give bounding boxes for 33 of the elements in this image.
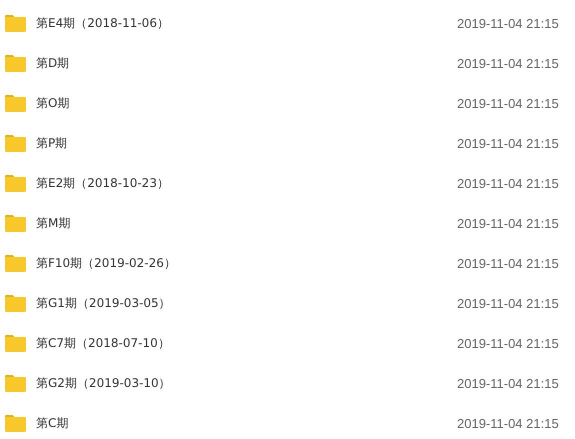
folder-icon <box>5 14 26 32</box>
folder-icon <box>5 334 26 352</box>
modified-date: 2019-11-04 21:15 <box>457 136 560 150</box>
folder-icon <box>5 214 26 232</box>
folder-icon <box>5 254 26 272</box>
folder-icon <box>5 174 26 192</box>
modified-date: 2019-11-04 21:15 <box>457 296 560 310</box>
folder-icon <box>5 134 26 152</box>
modified-date: 2019-11-04 21:15 <box>457 216 560 230</box>
folder-icon <box>5 94 26 112</box>
folder-name[interactable]: 第C期 <box>36 414 457 432</box>
modified-date: 2019-11-04 21:15 <box>457 96 560 110</box>
folder-icon <box>5 414 26 432</box>
folder-name[interactable]: 第P期 <box>36 134 457 152</box>
modified-date: 2019-11-04 21:15 <box>457 376 560 390</box>
folder-icon <box>5 54 26 72</box>
folder-name[interactable]: 第E4期（2018-11-06） <box>36 14 457 32</box>
folder-name[interactable]: 第O期 <box>36 94 457 112</box>
folder-name[interactable]: 第C7期（2018-07-10） <box>36 334 457 352</box>
folder-name[interactable]: 第E2期（2018-10-23） <box>36 174 457 192</box>
modified-date: 2019-11-04 21:15 <box>457 256 560 270</box>
modified-date: 2019-11-04 21:15 <box>457 416 560 430</box>
folder-icon <box>5 374 26 392</box>
folder-name[interactable]: 第D期 <box>36 54 457 72</box>
folder-name[interactable]: 第G1期（2019-03-05） <box>36 294 457 312</box>
modified-date: 2019-11-04 21:15 <box>457 336 560 350</box>
folder-icon <box>5 294 26 312</box>
modified-date: 2019-11-04 21:15 <box>457 56 560 70</box>
modified-date: 2019-11-04 21:15 <box>457 176 560 190</box>
folder-name[interactable]: 第G2期（2019-03-10） <box>36 374 457 392</box>
folder-name[interactable]: 第F10期（2019-02-26） <box>36 254 457 272</box>
modified-date: 2019-11-04 21:15 <box>457 16 560 30</box>
folder-name[interactable]: 第M期 <box>36 214 457 232</box>
